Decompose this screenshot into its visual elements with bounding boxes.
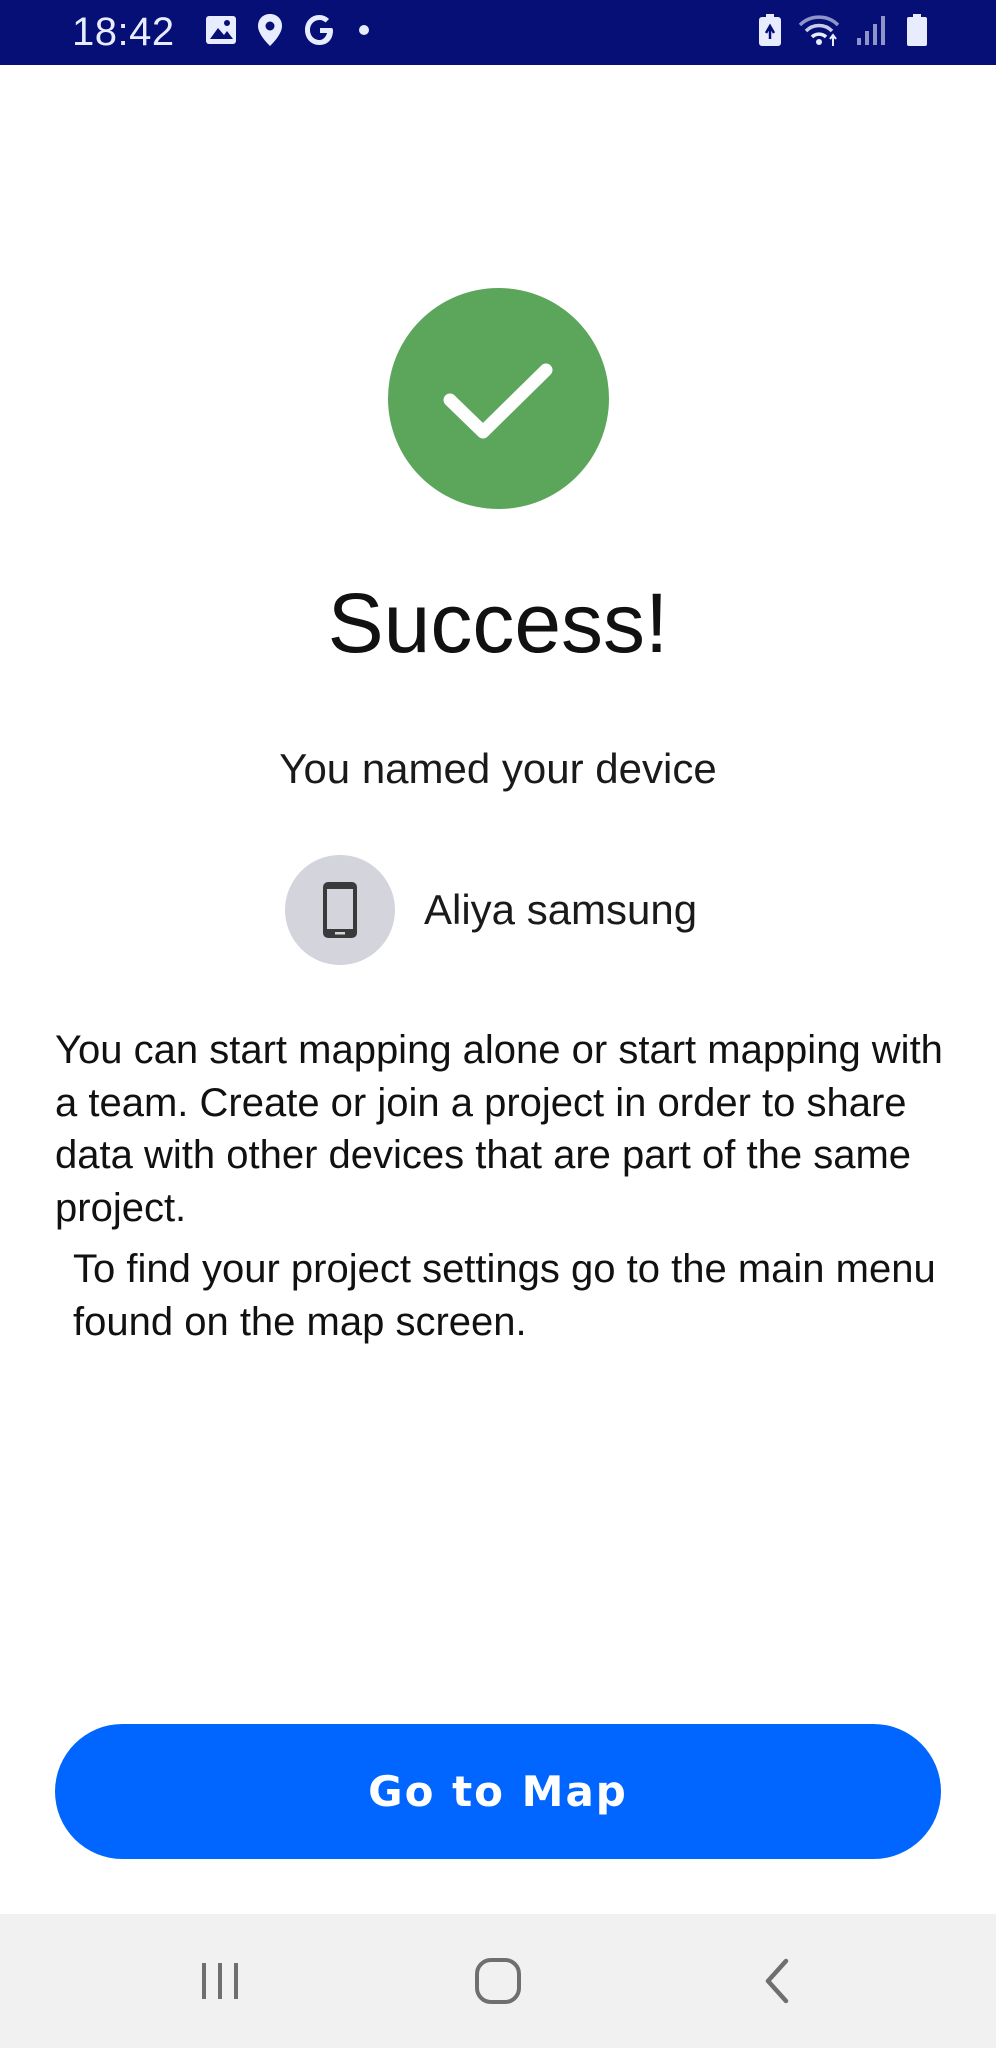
back-icon bbox=[765, 1958, 789, 2004]
navigation-bar bbox=[0, 1914, 996, 2048]
status-bar: 18:42 bbox=[0, 0, 996, 65]
home-button[interactable] bbox=[453, 1936, 543, 2026]
mapping-info-text: You can start mapping alone or start map… bbox=[55, 1028, 943, 1230]
device-avatar bbox=[285, 855, 395, 965]
back-button[interactable] bbox=[733, 1936, 823, 2026]
device-name: Aliya samsung bbox=[424, 886, 698, 933]
recent-apps-icon bbox=[202, 1963, 238, 1999]
page-title: Success! bbox=[327, 576, 669, 670]
checkmark-icon bbox=[443, 363, 553, 439]
go-to-map-button[interactable]: Go to Map bbox=[55, 1724, 941, 1859]
phone-icon bbox=[323, 882, 357, 938]
project-settings-info-text: To find your project settings go to the … bbox=[73, 1247, 936, 1344]
recent-apps-button[interactable] bbox=[175, 1936, 265, 2026]
wifi-icon bbox=[798, 13, 840, 52]
status-time: 18:42 bbox=[72, 10, 175, 54]
signal-icon bbox=[856, 14, 890, 51]
home-icon bbox=[475, 1958, 521, 2004]
device-row: Aliya samsung bbox=[285, 855, 697, 965]
status-bar-left: 18:42 bbox=[72, 0, 371, 65]
location-pin-icon bbox=[257, 13, 283, 52]
success-badge bbox=[388, 288, 609, 509]
image-icon bbox=[205, 15, 237, 50]
battery-saver-icon bbox=[758, 13, 782, 52]
status-bar-right bbox=[758, 0, 928, 65]
device-named-subtitle: You named your device bbox=[279, 745, 717, 792]
google-g-icon bbox=[303, 13, 337, 52]
battery-icon bbox=[906, 13, 928, 52]
dot-icon bbox=[357, 23, 371, 42]
